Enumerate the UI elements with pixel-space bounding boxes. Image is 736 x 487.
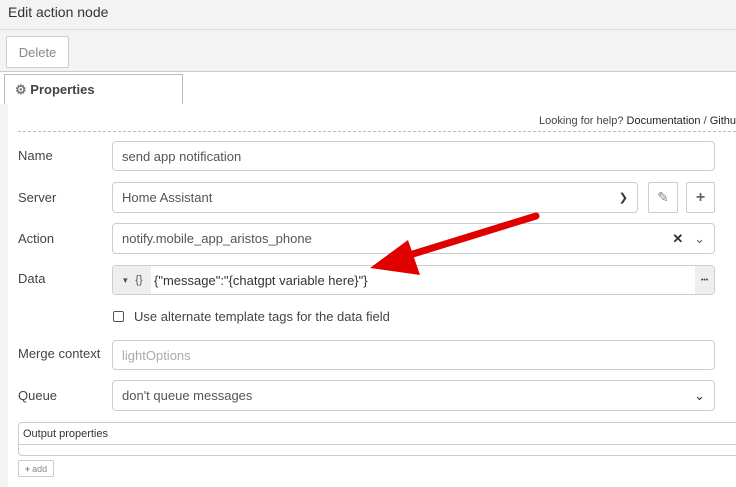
chevron-down-icon: ⌄ — [694, 230, 705, 246]
queue-label: Queue — [18, 388, 58, 403]
clear-icon[interactable]: ✕ — [672, 231, 683, 246]
tab-label: Properties — [30, 82, 95, 97]
data-input[interactable]: ▼ {} {"message":"{chatgpt variable here}"… — [112, 265, 715, 295]
name-input[interactable]: send app notification — [112, 141, 715, 171]
server-value: Home Assistant — [122, 190, 213, 205]
add-server-button[interactable]: + — [686, 182, 715, 213]
divider — [18, 131, 736, 132]
queue-select[interactable]: don't queue messages ⌄ — [112, 380, 715, 411]
action-value: notify.mobile_app_aristos_phone — [122, 231, 312, 246]
output-properties-header: Output properties — [19, 423, 736, 445]
output-properties-list: Output properties — [18, 422, 736, 456]
chevron-down-icon: ⌄ — [694, 387, 705, 403]
plus-icon: + — [695, 188, 706, 206]
toolbar: Delete — [0, 30, 736, 72]
add-label: add — [32, 463, 48, 474]
github-link[interactable]: Githu — [710, 115, 736, 127]
dialog-title: Edit action node — [8, 4, 109, 20]
chevron-down-icon: ❯ — [618, 192, 628, 204]
data-label: Data — [18, 271, 46, 286]
caret-down-icon: ▼ — [121, 275, 130, 285]
alt-tags-row: Use alternate template tags for the data… — [113, 309, 390, 324]
action-label: Action — [18, 231, 55, 246]
help-prompt: Looking for help? — [539, 115, 624, 127]
json-type-icon: {} — [135, 274, 143, 286]
alt-tags-checkbox[interactable] — [113, 311, 124, 322]
action-select[interactable]: notify.mobile_app_aristos_phone ✕ ⌄ — [112, 223, 715, 254]
name-label: Name — [18, 148, 53, 163]
help-links: Looking for help? Documentation / Githu — [539, 115, 736, 127]
pencil-icon: ✎ — [657, 189, 669, 205]
tab-properties[interactable]: ⚙ Properties — [4, 74, 183, 104]
data-value[interactable]: {"message":"{chatgpt variable here}"} — [151, 273, 695, 288]
merge-context-label: Merge context — [18, 346, 101, 361]
edit-server-button[interactable]: ✎ — [648, 182, 678, 213]
server-label: Server — [18, 190, 57, 205]
expand-editor-button[interactable]: ••• — [695, 266, 714, 294]
documentation-link[interactable]: Documentation — [627, 115, 701, 127]
dialog-header: Edit action node — [0, 0, 736, 30]
left-margin — [0, 104, 8, 487]
queue-value: don't queue messages — [122, 388, 253, 403]
help-separator: / — [703, 115, 707, 127]
gear-icon: ⚙ — [15, 82, 27, 97]
server-select[interactable]: Home Assistant ❯ — [112, 182, 638, 213]
delete-button[interactable]: Delete — [6, 36, 69, 68]
type-selector[interactable]: ▼ {} — [113, 266, 151, 294]
alt-tags-label: Use alternate template tags for the data… — [134, 309, 390, 324]
plus-icon: + — [24, 463, 31, 474]
add-output-button[interactable]: + add — [18, 460, 54, 477]
merge-context-input[interactable]: lightOptions — [112, 340, 715, 370]
